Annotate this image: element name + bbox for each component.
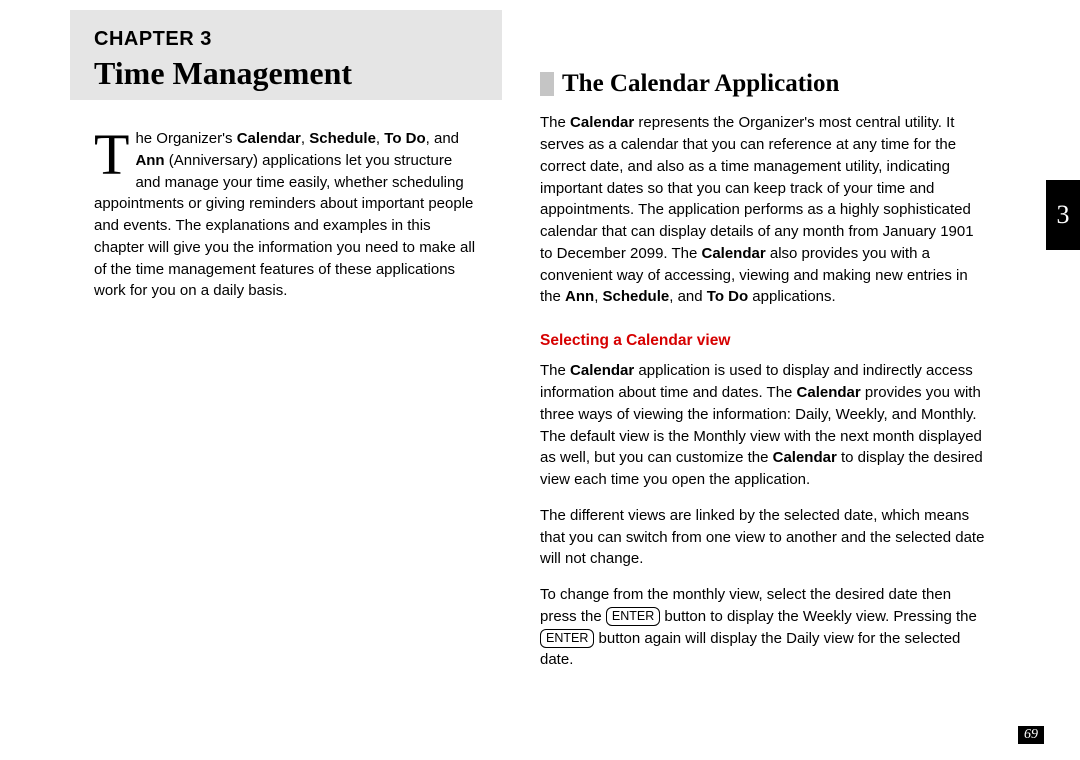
text-bold: To Do (707, 288, 748, 305)
text: , and (426, 130, 459, 147)
page-number: 69 (1018, 726, 1044, 744)
text-bold: Ann (135, 152, 164, 169)
body-paragraph: The different views are linked by the se… (540, 505, 990, 570)
body-paragraph: To change from the monthly view, select … (540, 584, 990, 671)
right-column: The Calendar Application The Calendar re… (540, 66, 990, 685)
text-bold: To Do (384, 130, 425, 147)
dropcap: T (94, 130, 135, 180)
chapter-tab: 3 (1046, 180, 1080, 250)
text: button to display the Weekly view. Press… (660, 608, 977, 625)
section-title: The Calendar Application (562, 66, 839, 102)
left-column: T he Organizer's Calendar, Schedule, To … (94, 128, 476, 316)
manual-page: CHAPTER 3 Time Management T he Organizer… (0, 0, 1080, 760)
section-heading: The Calendar Application (540, 66, 990, 102)
text-bold: Calendar (570, 362, 634, 379)
text-bold: Schedule (309, 130, 376, 147)
chapter-header: CHAPTER 3 Time Management (70, 10, 502, 100)
text: The (540, 114, 570, 131)
text-bold: Schedule (603, 288, 670, 305)
subheading: Selecting a Calendar view (540, 330, 990, 352)
text: button again will display the Daily view… (540, 630, 960, 669)
text-bold: Calendar (773, 449, 837, 466)
section-accent-bar (540, 72, 554, 96)
keycap-enter: ENTER (540, 629, 594, 648)
text-bold: Calendar (797, 384, 861, 401)
body-paragraph: The Calendar application is used to disp… (540, 360, 990, 491)
text-bold: Calendar (701, 245, 765, 262)
body-paragraph: The Calendar represents the Organizer's … (540, 112, 990, 308)
keycap-enter: ENTER (606, 607, 660, 626)
chapter-tab-number: 3 (1057, 200, 1070, 230)
text: (Anniversary) applications let you struc… (94, 152, 475, 300)
text: he Organizer's (135, 130, 236, 147)
intro-paragraph: T he Organizer's Calendar, Schedule, To … (94, 128, 476, 302)
text: , (301, 130, 309, 147)
chapter-title: Time Management (94, 55, 502, 92)
text: applications. (748, 288, 836, 305)
text: , (594, 288, 602, 305)
chapter-label: CHAPTER 3 (94, 28, 502, 51)
text-bold: Calendar (237, 130, 301, 147)
text: , (376, 130, 384, 147)
text: , and (669, 288, 707, 305)
text: represents the Organizer's most central … (540, 114, 974, 262)
text: The (540, 362, 570, 379)
text-bold: Ann (565, 288, 594, 305)
text-bold: Calendar (570, 114, 634, 131)
